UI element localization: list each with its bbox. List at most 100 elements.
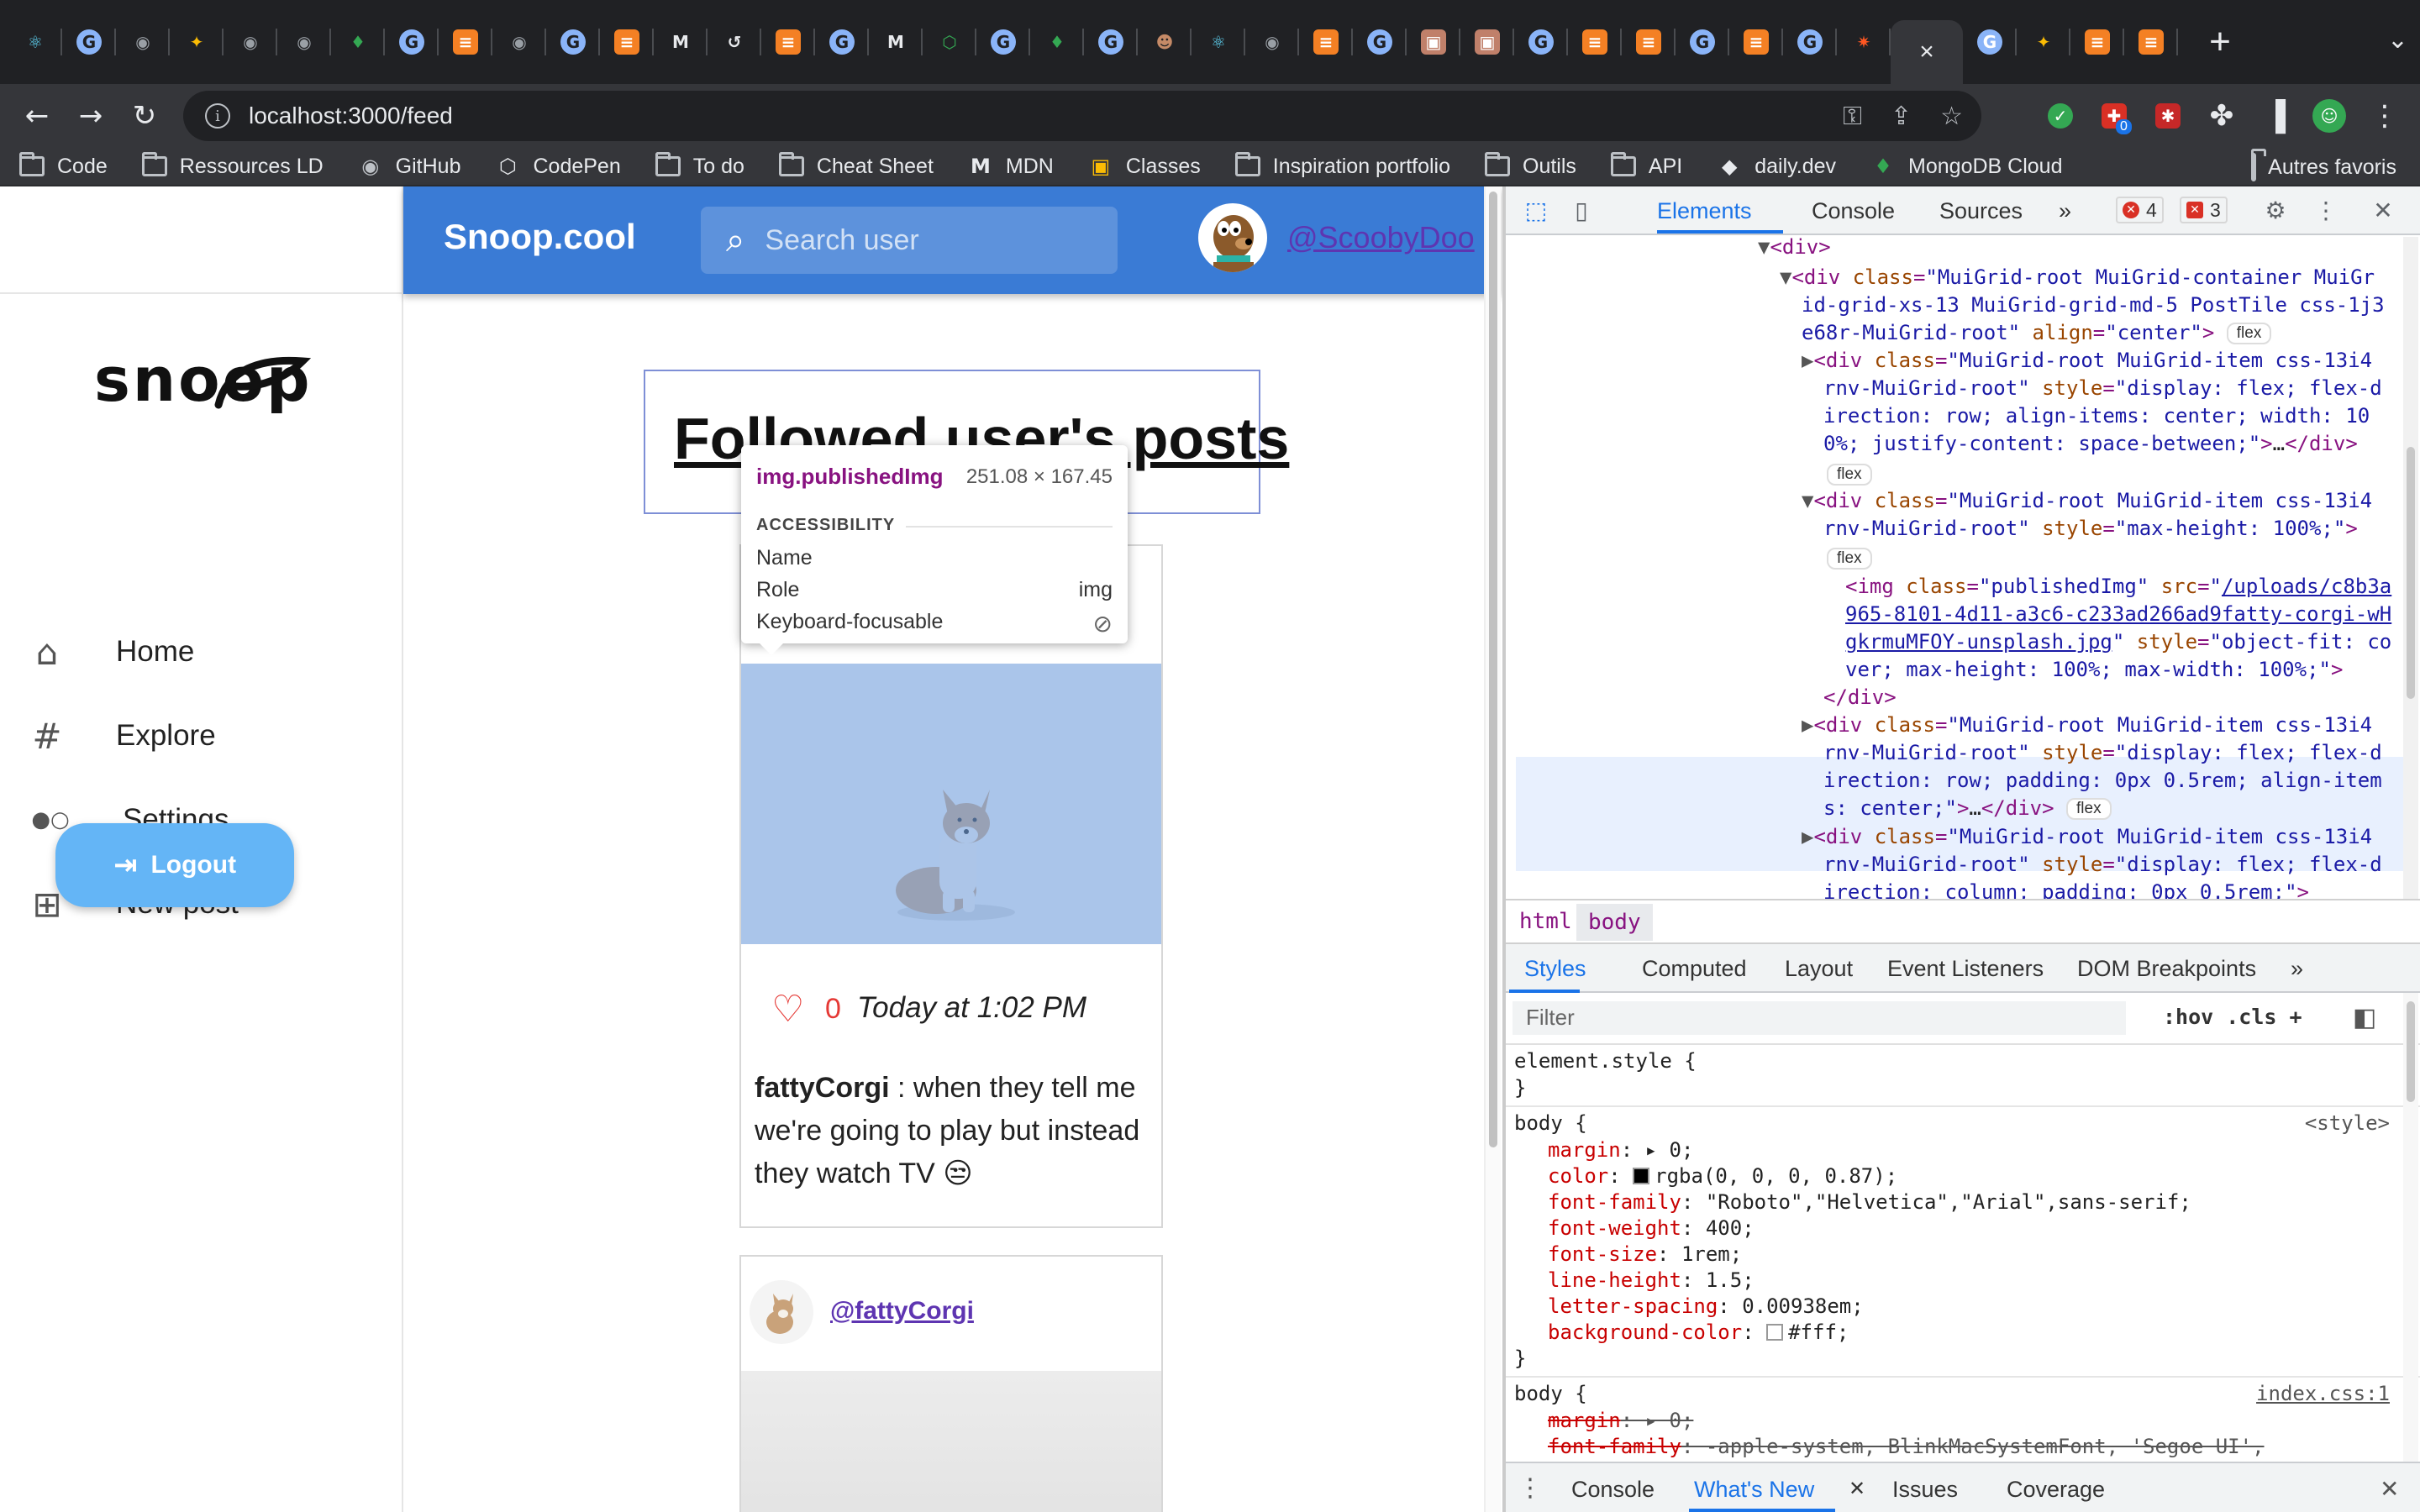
bookmark-star-icon[interactable]: ☆: [1940, 102, 1963, 131]
tab[interactable]: G: [385, 0, 439, 84]
bookmark-item[interactable]: API: [1610, 152, 1682, 179]
site-info-icon[interactable]: i: [205, 103, 230, 129]
tab-computed[interactable]: Computed: [1642, 956, 1747, 982]
tab[interactable]: G: [546, 0, 600, 84]
style-source-link[interactable]: index.css:1: [2256, 1381, 2390, 1407]
tab-styles[interactable]: Styles: [1524, 956, 1586, 982]
color-swatch[interactable]: [1633, 1168, 1650, 1184]
key-icon[interactable]: ⚿: [1843, 102, 1862, 131]
style-declaration[interactable]: color: rgba(0, 0, 0, 0.87);: [1548, 1163, 1897, 1189]
published-image[interactable]: [741, 664, 1161, 944]
url-text[interactable]: localhost:3000/feed: [249, 102, 453, 129]
close-tab-icon[interactable]: ×: [1919, 38, 1934, 66]
tab[interactable]: G: [1353, 0, 1407, 84]
tab[interactable]: G: [1676, 0, 1729, 84]
tab[interactable]: ♦: [1030, 0, 1084, 84]
bookmark-item[interactable]: Outils: [1484, 152, 1576, 179]
share-icon[interactable]: ⇪: [1891, 102, 1912, 131]
bookmark-item[interactable]: ◉ GitHub: [357, 155, 460, 179]
side-panel-button[interactable]: ▐: [2249, 84, 2302, 148]
drawer-tab-whats-new[interactable]: What's New: [1694, 1477, 1814, 1503]
avatar[interactable]: [1198, 203, 1267, 272]
drawer-tab-console[interactable]: Console: [1571, 1477, 1655, 1503]
dom-scrollbar-thumb[interactable]: [2407, 447, 2415, 699]
tab[interactable]: ≡: [761, 0, 815, 84]
style-declaration[interactable]: line-height: 1.5;: [1548, 1268, 1754, 1294]
style-source-link[interactable]: <style>: [2305, 1110, 2390, 1137]
bookmark-item[interactable]: Cheat Sheet: [778, 152, 934, 179]
tab[interactable]: ⚛: [8, 0, 62, 84]
style-rule-selector[interactable]: body {: [1514, 1110, 1587, 1137]
drawer-menu-icon[interactable]: ⋮: [1518, 1473, 1543, 1503]
sidebar-item-explore[interactable]: # Explore: [29, 709, 215, 763]
active-tab[interactable]: ×: [1891, 20, 1963, 84]
bookmark-item[interactable]: ◆ daily.dev: [1716, 155, 1836, 179]
device-toolbar-icon[interactable]: ▯: [1565, 193, 1598, 227]
devtools-menu-icon[interactable]: ⋮: [2309, 193, 2343, 227]
tab[interactable]: G: [62, 0, 116, 84]
bookmark-item[interactable]: To do: [655, 152, 744, 179]
dom-node[interactable]: ▶<div class="MuiGrid-root MuiGrid-item c…: [1802, 711, 2372, 739]
breadcrumb-html[interactable]: html: [1519, 909, 1572, 934]
drawer-tab-issues[interactable]: Issues: [1892, 1477, 1958, 1503]
tab[interactable]: ✷: [1837, 0, 1891, 84]
tab[interactable]: ▣: [1407, 0, 1460, 84]
tab[interactable]: ⬡: [923, 0, 976, 84]
bookmark-item[interactable]: ▣ Classes: [1087, 155, 1201, 179]
style-declaration[interactable]: letter-spacing: 0.00938em;: [1548, 1294, 1864, 1320]
tab[interactable]: G: [1514, 0, 1568, 84]
brand-title[interactable]: Snoop.cool: [444, 217, 636, 257]
tab[interactable]: ◉: [277, 0, 331, 84]
tab-layout[interactable]: Layout: [1785, 956, 1853, 982]
published-image[interactable]: [741, 1371, 1161, 1512]
more-tabs-button[interactable]: »: [2059, 198, 2071, 224]
tab[interactable]: ≡: [600, 0, 654, 84]
style-declaration[interactable]: margin: ▸ 0;: [1548, 1137, 1693, 1163]
post-author-link[interactable]: @fattyCorgi: [830, 1297, 974, 1326]
tab[interactable]: ↺: [708, 0, 761, 84]
sidebar-item-home[interactable]: ⌂ Home: [29, 625, 195, 679]
close-drawer-tab-icon[interactable]: ✕: [1849, 1477, 1865, 1501]
tab[interactable]: ◉: [224, 0, 277, 84]
color-swatch[interactable]: [1766, 1324, 1784, 1341]
settings-gear-icon[interactable]: ⚙: [2259, 193, 2292, 227]
styles-pane[interactable]: element.style { } body { <style> margin:…: [1506, 1047, 2420, 1467]
tab[interactable]: ≡: [1299, 0, 1353, 84]
tab[interactable]: ≡: [1729, 0, 1783, 84]
tab[interactable]: G: [976, 0, 1030, 84]
tab[interactable]: ⚛: [1192, 0, 1245, 84]
more-subtabs-button[interactable]: »: [2291, 956, 2303, 982]
bookmark-item[interactable]: Code: [18, 152, 108, 179]
style-declaration[interactable]: font-weight: 400;: [1548, 1215, 1754, 1242]
tab[interactable]: G: [1084, 0, 1138, 84]
extension-badge[interactable]: ✚ 0: [2087, 84, 2141, 148]
issues-badge[interactable]: ✕ 3: [2180, 197, 2228, 223]
tab[interactable]: ✦: [170, 0, 224, 84]
dom-node[interactable]: ▶<div class="MuiGrid-root MuiGrid-item c…: [1802, 347, 2372, 375]
current-user-link[interactable]: @ScoobyDoo: [1287, 220, 1475, 255]
breadcrumb-body[interactable]: body: [1576, 904, 1653, 941]
tab-sources[interactable]: Sources: [1939, 198, 2023, 224]
like-heart-icon[interactable]: ♡: [771, 988, 804, 1031]
flex-badge[interactable]: flex: [2226, 323, 2272, 344]
extension-check[interactable]: ✓: [2033, 84, 2087, 148]
logout-button[interactable]: ⇥ Logout: [55, 823, 294, 907]
filter-tools[interactable]: :hov .cls +: [2163, 1005, 2302, 1029]
tab[interactable]: ≡: [2070, 0, 2124, 84]
extension-red[interactable]: ✱: [2141, 84, 2195, 148]
dom-node[interactable]: ▼<div class="MuiGrid-root MuiGrid-contai…: [1780, 264, 2375, 291]
page-scrollbar-thumb[interactable]: [1489, 192, 1497, 1147]
tab-search-icon[interactable]: ⌄: [2387, 25, 2408, 55]
flex-badge[interactable]: flex: [1827, 464, 1872, 486]
forward-button[interactable]: →: [64, 89, 118, 143]
tab[interactable]: ♦: [331, 0, 385, 84]
style-declaration-overridden[interactable]: font-family: -apple-system, BlinkMacSyst…: [1548, 1434, 2265, 1460]
close-drawer-icon[interactable]: ✕: [2380, 1475, 2399, 1503]
tab[interactable]: ≡: [1568, 0, 1622, 84]
tab[interactable]: ▣: [1460, 0, 1514, 84]
tab[interactable]: M: [869, 0, 923, 84]
dom-node[interactable]: </div>: [1823, 684, 1897, 711]
bookmark-item[interactable]: M MDN: [967, 155, 1054, 179]
bookmark-item[interactable]: Inspiration portfolio: [1234, 152, 1450, 179]
style-rule-selector[interactable]: element.style {: [1514, 1048, 1697, 1074]
